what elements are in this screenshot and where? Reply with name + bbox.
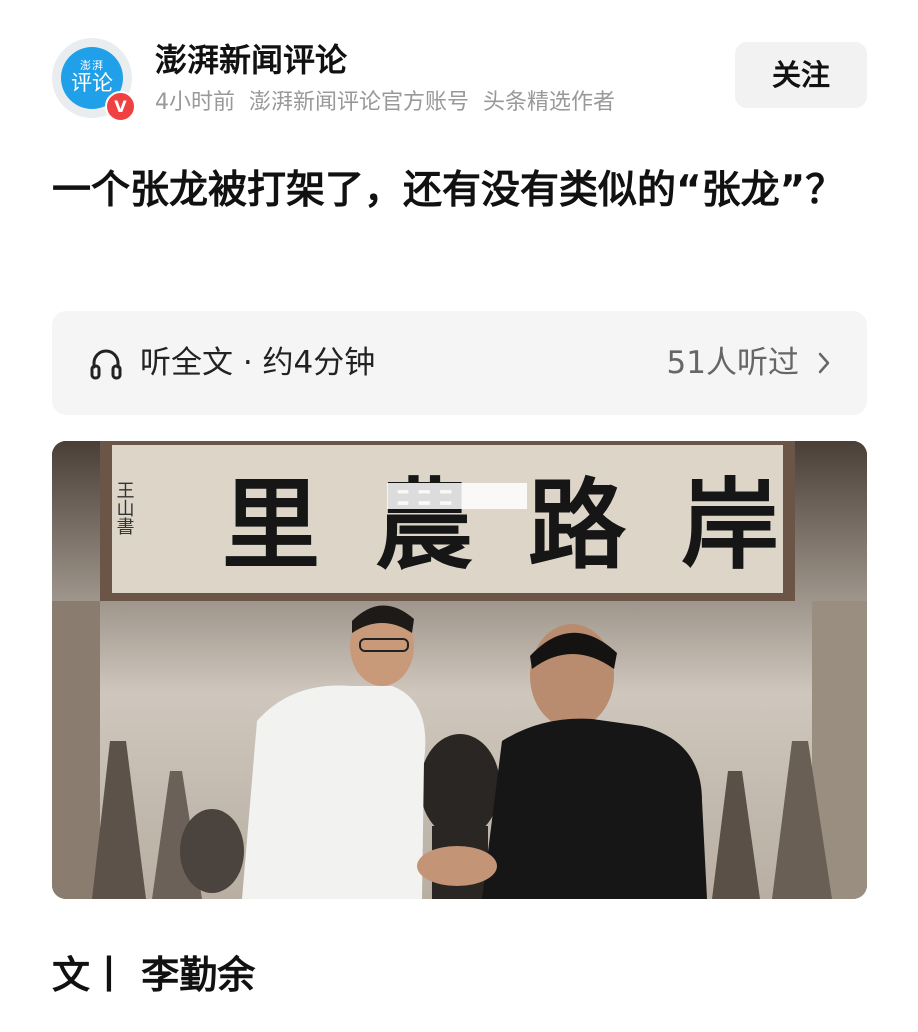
account-name[interactable]: 澎湃新闻评论 <box>155 40 347 80</box>
handshake <box>417 846 497 886</box>
author-tag: 头条精选作者 <box>483 90 616 115</box>
chevron-right-icon <box>818 352 830 374</box>
article-header: 澎湃 评论 V 澎湃新闻评论 4小时前 澎湃新闻评论官方账号 头条精选作者 关注 <box>52 34 867 122</box>
calligraphy-text: 里農路岸 <box>222 468 834 583</box>
listen-full-text-bar[interactable]: 听全文 · 约4分钟 51人听过 <box>52 311 867 415</box>
headphone-icon <box>90 349 122 380</box>
verified-badge-icon: V <box>105 91 136 122</box>
buddha-head-sculpture <box>420 734 500 838</box>
left-shelf <box>52 601 100 899</box>
account-avatar[interactable]: 澎湃 评论 V <box>52 38 136 122</box>
man-right-black-shirt <box>482 718 707 899</box>
listen-label: 听全文 · 约4分钟 <box>140 345 376 381</box>
account-description: 澎湃新闻评论官方账号 <box>249 90 470 115</box>
article-photo[interactable]: 里農路岸 王山書 <box>52 441 867 899</box>
man-left-white-shirt <box>242 685 426 899</box>
post-meta: 4小时前 澎湃新闻评论官方账号 头条精选作者 <box>155 89 629 117</box>
follow-button[interactable]: 关注 <box>735 42 867 108</box>
calligraphy-seal: 王山書 <box>114 481 135 535</box>
post-time: 4小时前 <box>155 90 235 115</box>
article-title: 一个张龙被打架了，还有没有类似的“张龙”？ <box>52 168 845 213</box>
stone-head-left <box>180 809 244 893</box>
article-byline: 文丨 李勤余 <box>52 953 256 997</box>
listen-count: 51人听过 <box>666 345 799 381</box>
photo-illustration: 里農路岸 王山書 <box>52 441 867 899</box>
light-glare <box>387 483 527 509</box>
